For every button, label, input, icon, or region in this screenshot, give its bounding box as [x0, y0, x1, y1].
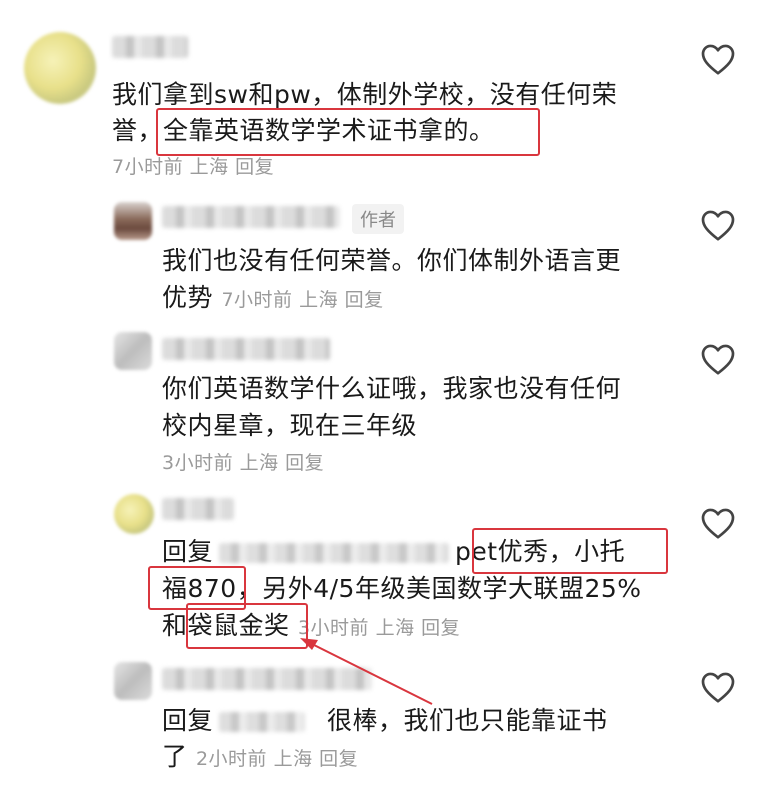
annotation-arrow — [300, 638, 433, 705]
